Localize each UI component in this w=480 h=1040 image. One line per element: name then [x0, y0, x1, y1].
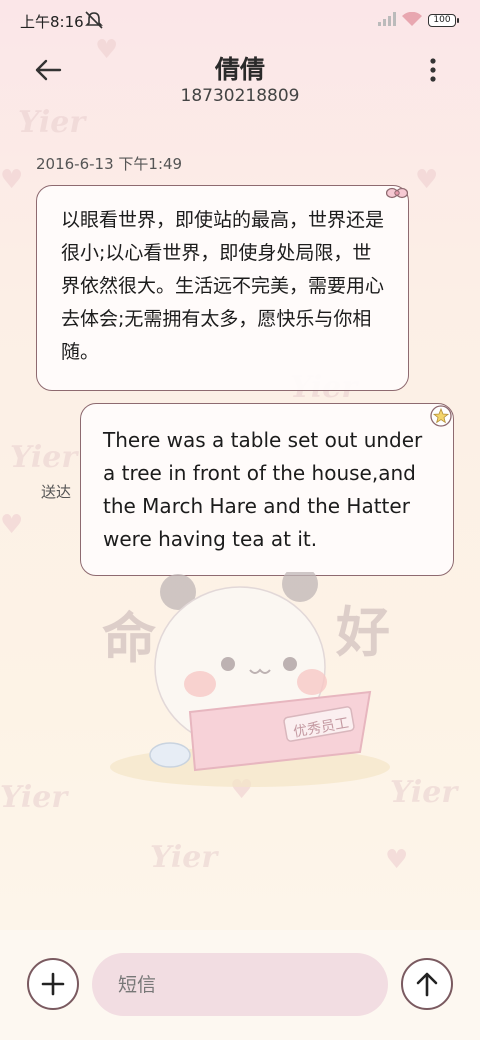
incoming-message-bubble[interactable]: 以眼看世界，即使站的最高，世界还是很小;以心看世界，即使身处局限，世界依然很大。…	[36, 185, 409, 391]
add-attachment-button[interactable]	[27, 958, 79, 1010]
message-input[interactable]	[92, 953, 388, 1016]
status-bar: 上午8:16 100	[0, 0, 480, 40]
watermark-text: Yier	[0, 780, 68, 815]
sticker-text-right: 好	[336, 601, 390, 664]
outgoing-message-bubble[interactable]: There was a table set out under a tree i…	[80, 403, 454, 576]
watermark-text: Yier	[390, 775, 458, 810]
incoming-message-text: 以眼看世界，即使站的最高，世界还是很小;以心看世界，即使身处局限，世界依然很大。…	[61, 209, 385, 363]
star-badge-icon	[430, 405, 452, 427]
contact-name: 倩倩	[214, 55, 265, 84]
watermark-text: Yier	[10, 440, 78, 475]
heart-decoration-icon: ♥	[415, 165, 439, 195]
panda-sticker: 命 好 优秀员工	[100, 566, 400, 792]
outgoing-message-text: There was a table set out under a tree i…	[103, 428, 423, 551]
plus-icon	[41, 972, 65, 996]
message-timestamp: 2016-6-13 下午1:49	[36, 155, 183, 173]
contact-number: 18730218809	[180, 86, 300, 106]
status-time: 上午8:16	[20, 13, 84, 31]
battery-icon: 100	[428, 14, 459, 27]
watermark-text: Yier	[18, 105, 86, 140]
delivery-status: 送达	[41, 483, 72, 501]
heart-decoration-icon: ♥	[385, 845, 409, 875]
sticker-text-left: 命	[102, 607, 156, 670]
heart-decoration-icon: ♥	[0, 165, 24, 195]
back-button[interactable]	[28, 52, 68, 88]
more-vertical-icon	[430, 58, 436, 82]
signal-icon	[378, 12, 396, 26]
arrow-up-icon	[416, 972, 438, 997]
wifi-icon	[402, 12, 422, 26]
arrow-left-icon	[35, 59, 62, 81]
heart-decoration-icon: ♥	[0, 510, 24, 540]
mute-icon	[85, 11, 103, 29]
watermark-text: Yier	[150, 840, 218, 875]
bow-icon	[386, 187, 408, 199]
send-button[interactable]	[401, 958, 453, 1010]
more-options-button[interactable]	[418, 54, 448, 86]
